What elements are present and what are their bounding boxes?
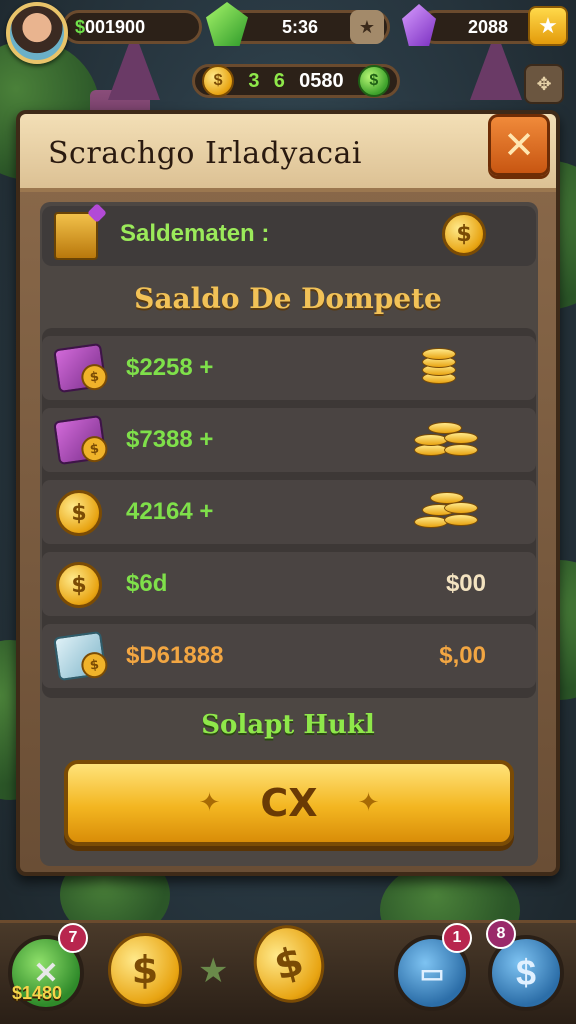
- cash-bundle-icon: [53, 414, 107, 466]
- section-title: Saaldo De Dompete: [134, 282, 442, 315]
- transaction-amount: $6d: [126, 570, 168, 597]
- transaction-list: $2258 + $7388 + $ 42164 + $ $6d $00: [42, 328, 536, 698]
- balance-row: Saldematen : $: [42, 206, 536, 266]
- gold-coin-icon: $: [56, 490, 102, 536]
- scratch-panel: Scrachgo Irladyacai ✕ Saldematen : $ Saa…: [16, 110, 560, 876]
- bottom-bar: ✕ 7 $1480 $ ★ $ ▭ 1 $ 8: [0, 917, 576, 1024]
- cash-counter: $001900: [62, 10, 202, 44]
- transaction-amount: $2258 +: [126, 354, 214, 381]
- puzzle-button[interactable]: ✥: [524, 64, 564, 104]
- transaction-amount: 42164 +: [126, 498, 214, 525]
- balance-label: Saldematen :: [120, 220, 270, 247]
- coin-value-b: 6: [273, 69, 285, 92]
- cash-bundle-icon: [53, 342, 107, 394]
- list-item[interactable]: $ $6d $00: [42, 552, 536, 616]
- confirm-button[interactable]: ✦ CX ✦: [64, 760, 514, 846]
- list-item[interactable]: $D61888 $,00: [42, 624, 536, 688]
- star-icon: ★: [198, 951, 229, 991]
- transaction-value: $,00: [439, 642, 486, 669]
- timer-value: 5:36: [281, 16, 319, 37]
- spinning-coin-icon[interactable]: $: [245, 917, 333, 1011]
- treasure-chest-icon: [54, 212, 98, 260]
- player-avatar[interactable]: [6, 2, 68, 64]
- wallet-icon: ▭: [419, 957, 445, 988]
- gold-star-button[interactable]: ★: [528, 6, 568, 46]
- coin-counter: $ 3 6 0580 $: [192, 64, 400, 98]
- list-item[interactable]: $2258 +: [42, 336, 536, 400]
- coin-icon: $: [202, 65, 235, 97]
- sparkle-icon: ✦: [198, 788, 221, 818]
- close-button[interactable]: ✕: [488, 114, 550, 176]
- notification-badge: 8: [486, 919, 516, 949]
- transaction-amount: $7388 +: [126, 426, 214, 453]
- transaction-value: $00: [445, 570, 486, 597]
- dollar-icon: $: [515, 952, 537, 993]
- coin-value-c: 0580: [299, 69, 344, 92]
- confirm-button-label: CX: [260, 781, 318, 825]
- list-item[interactable]: $ 42164 +: [42, 480, 536, 544]
- star-button[interactable]: ★: [350, 10, 384, 44]
- coin-icon: $: [442, 212, 486, 256]
- tools-label: $1480: [12, 983, 63, 1003]
- gem-value: 2088: [467, 16, 509, 37]
- coin-value-a: 3: [248, 69, 260, 92]
- top-hud: $001900 5:36 ★ 2088 ★ $ 3 6 0580 $ ✥: [0, 0, 576, 110]
- panel-title: Scrachgo Irladyacai: [48, 136, 362, 171]
- gold-coin-icon[interactable]: $: [108, 933, 182, 1007]
- cta-heading: Solapt Hukl: [201, 710, 375, 740]
- panel-header: Scrachgo Irladyacai ✕: [20, 114, 556, 192]
- notification-badge: 7: [58, 923, 88, 953]
- gold-coin-icon: $: [56, 562, 102, 608]
- sparkle-icon: ✦: [357, 788, 380, 818]
- notification-badge: 1: [442, 923, 472, 953]
- cash-value: $001900: [75, 16, 146, 37]
- list-item[interactable]: $7388 +: [42, 408, 536, 472]
- transaction-amount: $D61888: [126, 642, 224, 669]
- green-coin-icon: $: [357, 65, 390, 97]
- banknote-icon: [53, 630, 107, 682]
